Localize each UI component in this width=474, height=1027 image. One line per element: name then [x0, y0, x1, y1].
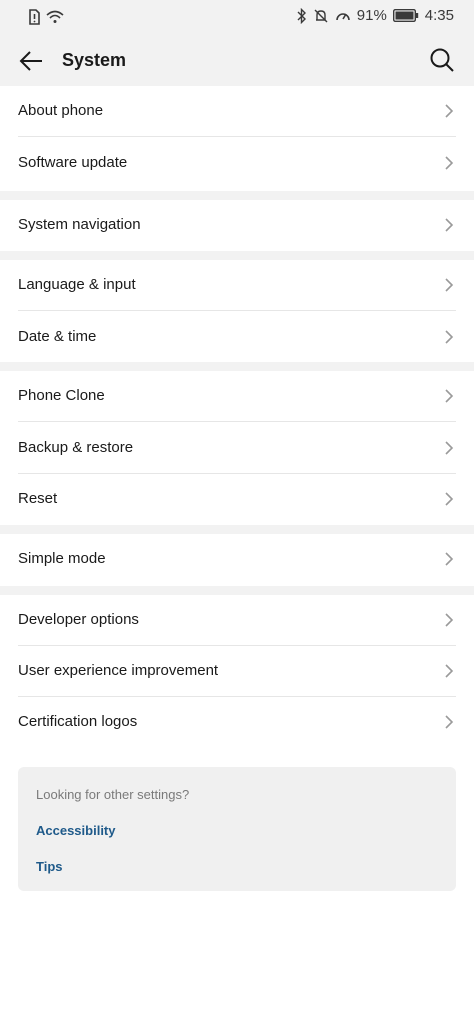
- app-bar: System: [0, 34, 474, 86]
- row-label: About phone: [18, 102, 104, 119]
- other-settings-card: Looking for other settings? Accessibilit…: [18, 767, 456, 891]
- section-gap: [0, 525, 474, 534]
- battery-icon: [392, 9, 418, 22]
- chevron-right-icon: [445, 552, 454, 566]
- chevron-right-icon: [445, 441, 454, 455]
- battery-percent: 91%: [356, 7, 387, 24]
- chevron-right-icon: [445, 613, 454, 627]
- row-label: Backup & restore: [18, 439, 134, 456]
- row-label: Simple mode: [18, 550, 106, 567]
- settings-row-language-input[interactable]: Language & input: [0, 260, 474, 311]
- wifi-icon: [46, 10, 64, 23]
- bluetooth-icon: [297, 7, 306, 24]
- chevron-right-icon: [445, 104, 454, 118]
- chevron-right-icon: [445, 156, 454, 170]
- chevron-right-icon: [445, 389, 454, 403]
- settings-row-phone-clone[interactable]: Phone Clone: [0, 371, 474, 422]
- clock: 4:35: [424, 7, 454, 24]
- section-gap: [0, 362, 474, 371]
- status-left-icons: [28, 9, 64, 25]
- chevron-right-icon: [445, 664, 454, 678]
- settings-row-system-navigation[interactable]: System navigation: [0, 200, 474, 251]
- notifications-off-icon: [314, 9, 328, 22]
- page-title: System: [62, 50, 127, 70]
- settings-row-reset[interactable]: Reset: [0, 474, 474, 525]
- divider: [18, 136, 456, 137]
- settings-row-backup-restore[interactable]: Backup & restore: [0, 423, 474, 474]
- row-label: Language & input: [18, 276, 136, 293]
- settings-row-developer-options[interactable]: Developer options: [0, 595, 474, 646]
- settings-row-certification-logos[interactable]: Certification logos: [0, 697, 474, 748]
- settings-row-user-experience-improvement[interactable]: User experience improvement: [0, 646, 474, 697]
- settings-row-about-phone[interactable]: About phone: [0, 86, 474, 137]
- chevron-right-icon: [445, 492, 454, 506]
- chevron-right-icon: [445, 330, 454, 344]
- chevron-right-icon: [445, 218, 454, 232]
- sim-alert-icon: [29, 9, 40, 25]
- section-gap: [0, 191, 474, 200]
- status-right-icons: 91% 4:35: [297, 7, 454, 24]
- speed-meter-icon: [335, 12, 350, 20]
- chevron-right-icon: [445, 278, 454, 292]
- section-gap: [0, 251, 474, 260]
- settings-row-simple-mode[interactable]: Simple mode: [0, 534, 474, 585]
- settings-row-date-time[interactable]: Date & time: [0, 312, 474, 363]
- chevron-right-icon: [445, 715, 454, 729]
- section-gap: [0, 586, 474, 595]
- other-settings-prompt: Looking for other settings?: [36, 787, 190, 802]
- divider: [18, 310, 456, 311]
- search-icon[interactable]: [428, 46, 456, 74]
- row-label: User experience improvement: [18, 662, 219, 679]
- divider: [18, 421, 456, 422]
- row-label: System navigation: [18, 216, 141, 233]
- row-label: Software update: [18, 154, 128, 171]
- accessibility-link[interactable]: Accessibility: [36, 823, 116, 838]
- settings-row-software-update[interactable]: Software update: [0, 138, 474, 189]
- row-label: Date & time: [18, 328, 97, 345]
- status-bar: 91% 4:35: [0, 0, 474, 34]
- row-label: Certification logos: [18, 713, 138, 730]
- back-arrow-icon[interactable]: [18, 48, 44, 74]
- row-label: Developer options: [18, 611, 139, 628]
- row-label: Phone Clone: [18, 387, 105, 404]
- tips-link[interactable]: Tips: [36, 859, 63, 874]
- row-label: Reset: [18, 490, 58, 507]
